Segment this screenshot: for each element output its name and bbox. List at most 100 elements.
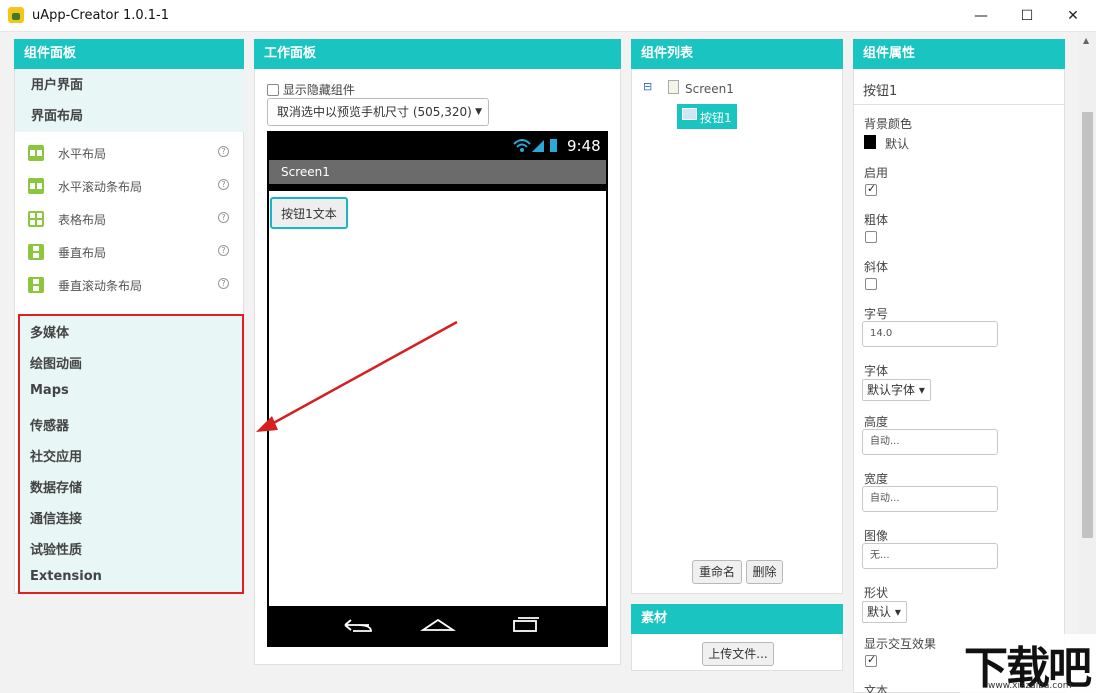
font-size-input[interactable]: 14.0 <box>862 321 998 347</box>
nav-bar <box>344 617 539 632</box>
tree-item-label: 按钮1 <box>700 111 732 125</box>
palette-item-label: 垂直布局 <box>58 246 107 260</box>
screen-title: Screen1 <box>269 160 606 184</box>
bg-color-swatch[interactable] <box>864 135 876 149</box>
feedback-checkbox[interactable] <box>865 653 877 667</box>
width-label: 宽度 <box>864 472 889 486</box>
help-icon[interactable]: ? <box>218 212 229 223</box>
scroll-up-icon[interactable]: ▲ <box>1083 36 1089 45</box>
preview-button[interactable]: 按钮1文本 <box>270 197 348 229</box>
font-select[interactable]: 默认字体 ▾ <box>862 379 931 401</box>
palette-category-layout[interactable]: 界面布局 <box>15 101 244 132</box>
screen-icon <box>668 80 679 94</box>
enabled-checkbox[interactable] <box>865 182 877 196</box>
text-label: 文本 <box>864 684 889 693</box>
palette-category-extension[interactable]: Extension <box>30 569 102 589</box>
width-input[interactable]: 自动... <box>862 486 998 512</box>
bold-checkbox[interactable] <box>865 231 877 243</box>
palette-item-horizontal-scroll-layout[interactable]: 水平滚动条布局 ? <box>15 169 244 202</box>
upload-file-button[interactable]: 上传文件... <box>702 642 774 666</box>
vertical-scroll-layout-icon <box>28 277 44 293</box>
palette-category-drawing[interactable]: 绘图动画 <box>30 353 82 373</box>
palette-item-vertical-scroll-layout[interactable]: 垂直滚动条布局 ? <box>15 268 244 301</box>
italic-checkbox[interactable] <box>865 278 877 290</box>
palette-category-social[interactable]: 社交应用 <box>30 446 82 466</box>
palette-category-storage[interactable]: 数据存储 <box>30 477 82 497</box>
tree-item-button1[interactable]: 按钮1 <box>677 104 737 129</box>
watermark-url: www.xiazaiba.com <box>988 681 1072 691</box>
palette-item-horizontal-layout[interactable]: 水平布局 ? <box>15 136 244 169</box>
signal-icon <box>532 140 544 152</box>
shape-label: 形状 <box>864 586 889 600</box>
table-layout-icon <box>28 211 44 227</box>
horizontal-scroll-layout-icon <box>28 178 44 194</box>
palette-category-experimental[interactable]: 试验性质 <box>30 539 82 559</box>
media-header: 素材 <box>631 604 843 634</box>
vertical-layout-icon <box>28 244 44 260</box>
bg-color-value[interactable]: 默认 <box>885 135 909 152</box>
back-icon <box>344 619 372 632</box>
window-titlebar: uApp-Creator 1.0.1-1 — ☐ ✕ <box>0 0 1096 32</box>
palette-category-ui[interactable]: 用户界面 <box>15 70 244 101</box>
italic-label: 斜体 <box>864 260 889 274</box>
horizontal-layout-icon <box>28 145 44 161</box>
palette-category-connectivity[interactable]: 通信连接 <box>30 508 82 528</box>
tree-item-screen1[interactable]: Screen1 <box>685 82 734 96</box>
highlight-box: 多媒体 绘图动画 Maps 传感器 社交应用 数据存储 通信连接 试验性质 Ex… <box>18 314 244 594</box>
components-panel: ⊟ Screen1 按钮1 重命名 删除 <box>631 69 843 594</box>
button-component-icon <box>682 108 697 120</box>
app-logo-icon <box>8 7 24 23</box>
palette-item-label: 垂直滚动条布局 <box>58 279 143 293</box>
help-icon[interactable]: ? <box>218 278 229 289</box>
image-input[interactable]: 无... <box>862 543 998 569</box>
preview-size-select[interactable]: 取消选中以预览手机尺寸 (505,320) ▼ <box>267 98 489 126</box>
bg-color-label: 背景颜色 <box>864 117 913 131</box>
delete-button[interactable]: 删除 <box>746 560 783 584</box>
window-title: uApp-Creator 1.0.1-1 <box>32 8 169 23</box>
palette-item-label: 水平滚动条布局 <box>58 180 143 194</box>
chevron-down-icon: ▼ <box>475 107 482 117</box>
collapse-toggle-icon[interactable]: ⊟ <box>643 80 652 93</box>
palette-item-vertical-layout[interactable]: 垂直布局 ? <box>15 235 244 268</box>
feedback-label: 显示交互效果 <box>864 637 937 651</box>
wifi-icon <box>513 139 531 145</box>
palette-category-media[interactable]: 多媒体 <box>30 322 69 342</box>
properties-header: 组件属性 <box>853 39 1065 69</box>
annotation-arrow <box>256 320 458 432</box>
watermark-logo: 下载吧 www.xiazaiba.com <box>960 634 1096 693</box>
preview-size-value: 取消选中以预览手机尺寸 (505,320) <box>277 105 472 119</box>
palette-header: 组件面板 <box>14 39 244 69</box>
selected-component-name: 按钮1 <box>863 84 898 99</box>
shape-select[interactable]: 默认 ▾ <box>862 601 907 623</box>
minimize-button[interactable]: — <box>958 0 1004 31</box>
enabled-label: 启用 <box>864 166 889 180</box>
scroll-thumb[interactable] <box>1082 112 1093 538</box>
palette-item-table-layout[interactable]: 表格布局 ? <box>15 202 244 235</box>
media-panel: 上传文件... <box>631 634 843 671</box>
image-label: 图像 <box>864 529 889 543</box>
status-time: 9:48 <box>567 137 601 155</box>
show-hidden-label: 显示隐藏组件 <box>282 83 355 97</box>
rename-button[interactable]: 重命名 <box>692 560 742 584</box>
palette-category-maps[interactable]: Maps <box>30 383 69 403</box>
palette-category-sensors[interactable]: 传感器 <box>30 415 69 435</box>
viewer-header: 工作面板 <box>254 39 621 69</box>
font-label: 字体 <box>864 364 889 378</box>
status-icons <box>513 139 557 152</box>
help-icon[interactable]: ? <box>218 146 229 157</box>
maximize-button[interactable]: ☐ <box>1004 0 1050 31</box>
palette-item-label: 水平布局 <box>58 147 107 161</box>
battery-icon <box>550 139 557 152</box>
show-hidden-row: 显示隐藏组件 <box>267 81 355 98</box>
show-hidden-checkbox[interactable] <box>267 84 279 96</box>
bold-label: 粗体 <box>864 213 889 227</box>
height-input[interactable]: 自动... <box>862 429 998 455</box>
font-size-label: 字号 <box>864 307 889 321</box>
components-header: 组件列表 <box>631 39 843 69</box>
window-scrollbar[interactable]: ▲ <box>1079 32 1096 693</box>
height-label: 高度 <box>864 415 889 429</box>
help-icon[interactable]: ? <box>218 179 229 190</box>
palette-item-label: 表格布局 <box>58 213 107 227</box>
help-icon[interactable]: ? <box>218 245 229 256</box>
close-button[interactable]: ✕ <box>1050 0 1096 31</box>
